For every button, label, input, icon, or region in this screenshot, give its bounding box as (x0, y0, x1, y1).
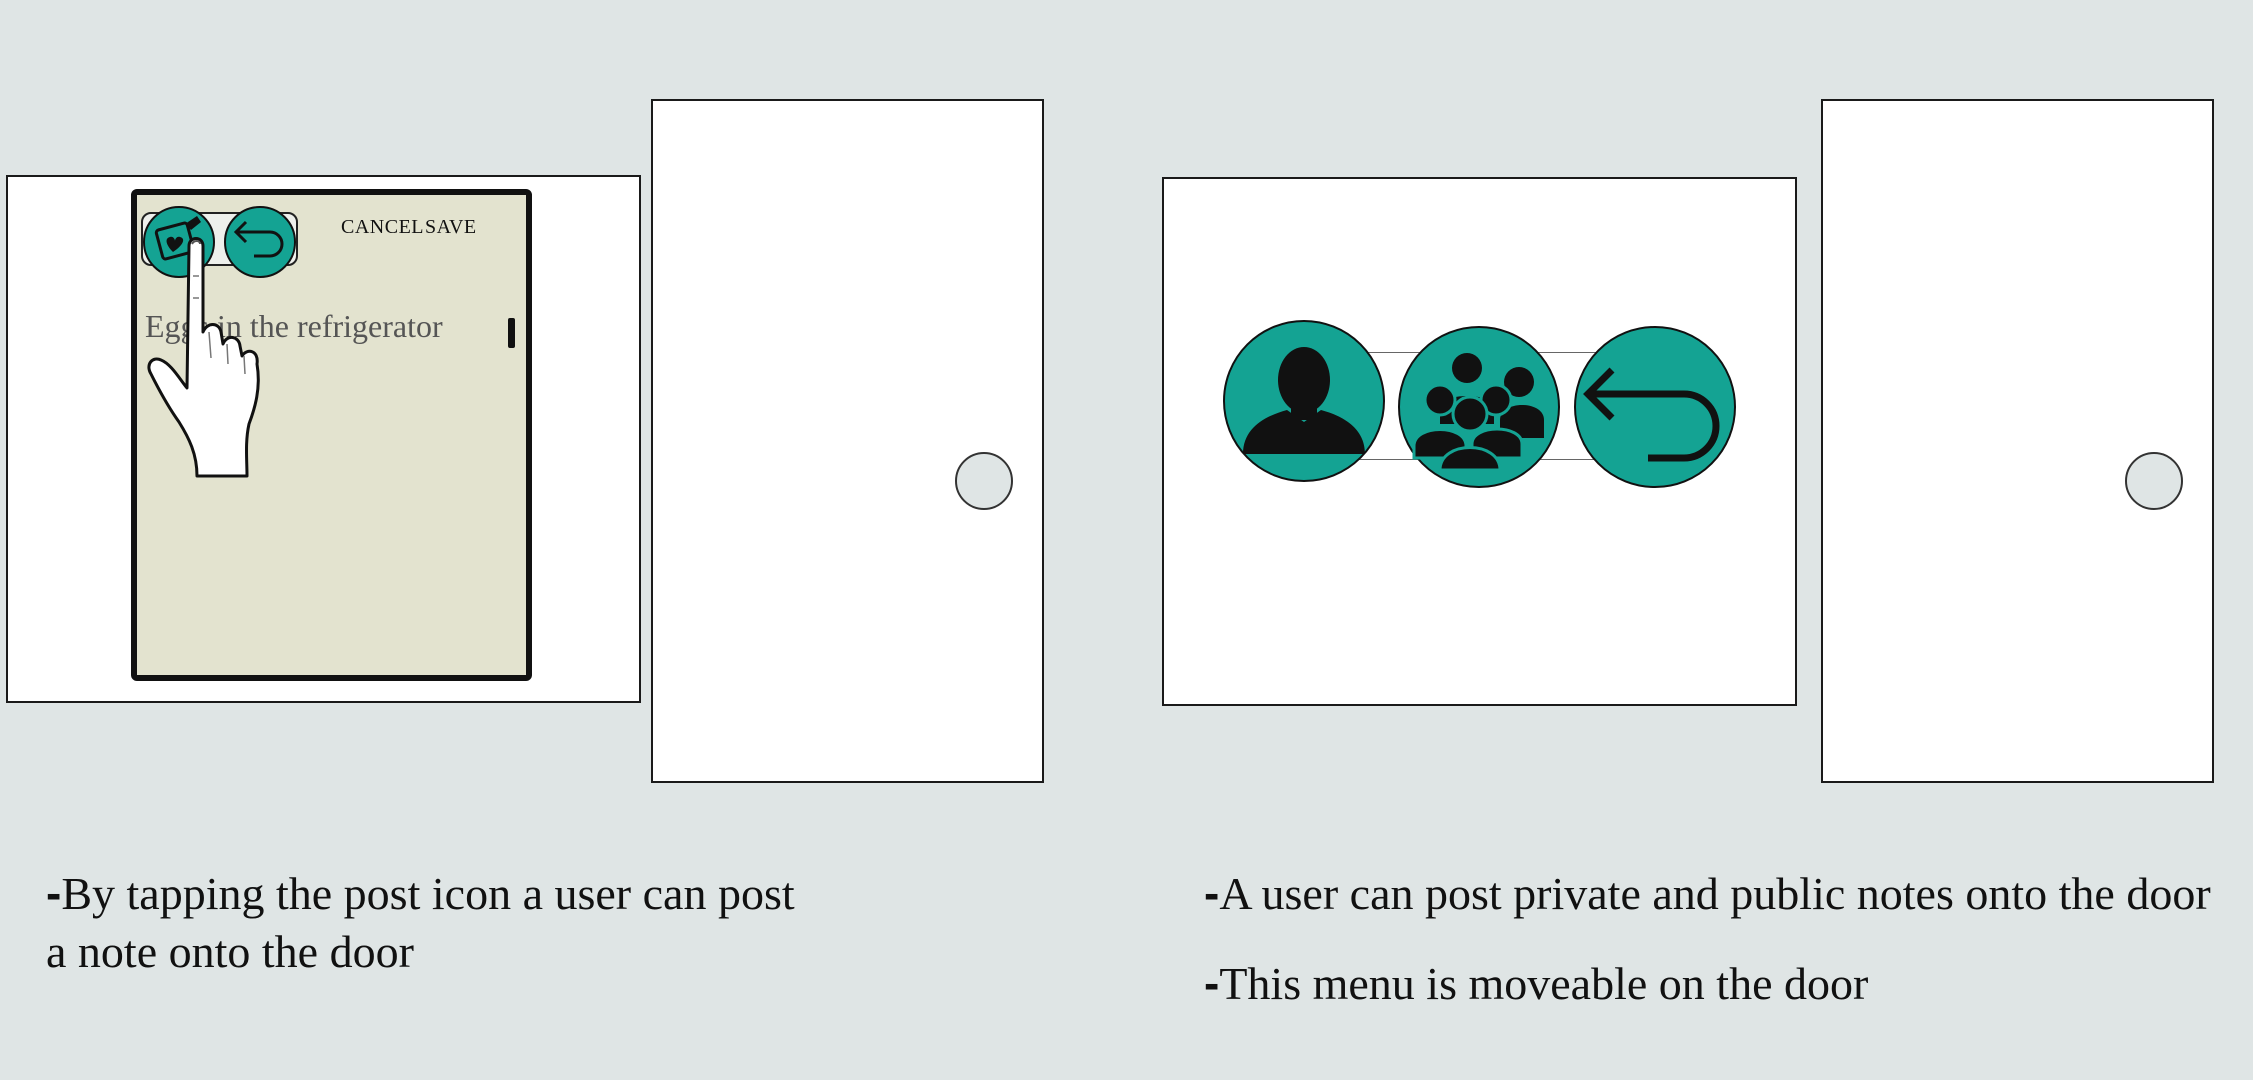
save-button[interactable]: SAVE (425, 216, 477, 239)
back-arrow-icon (1583, 367, 1720, 462)
right-caption-2-text: This menu is moveable on the door (1219, 958, 1869, 1009)
private-note-button[interactable] (1223, 320, 1385, 482)
bullet-dash: - (1204, 867, 1220, 919)
text-cursor (508, 318, 515, 348)
public-note-button[interactable] (1398, 326, 1560, 488)
pointing-hand-icon (147, 237, 260, 478)
right-door-handle[interactable] (2125, 452, 2183, 510)
left-caption-line-1: By tapping the post icon a user can post (61, 868, 795, 919)
left-caption: -By tapping the post icon a user can pos… (46, 864, 795, 981)
public-group-icon (1412, 353, 1544, 472)
cancel-button[interactable]: CANCEL (341, 216, 424, 239)
left-caption-line-2: a note onto the door (46, 926, 414, 977)
left-fridge-door (651, 99, 1044, 783)
right-caption-2: -This menu is moveable on the door (1204, 954, 1868, 1013)
right-caption-1: -A user can post private and public note… (1204, 864, 2211, 923)
left-door-handle[interactable] (955, 452, 1013, 510)
right-caption-1-text: A user can post private and public notes… (1219, 868, 2211, 919)
bullet-dash: - (1204, 957, 1220, 1009)
private-user-icon (1243, 347, 1365, 454)
right-fridge-door (1821, 99, 2214, 783)
menu-back-button[interactable] (1574, 326, 1736, 488)
bullet-dash: - (46, 867, 62, 919)
